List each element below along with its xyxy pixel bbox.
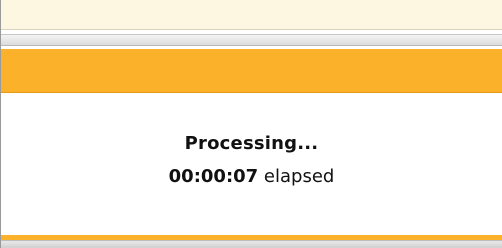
bottom-scrollbar[interactable]	[1, 240, 502, 248]
dialog-titlebar	[1, 49, 502, 93]
status-title: Processing...	[184, 133, 319, 154]
top-banner	[1, 0, 502, 30]
elapsed-time: 00:00:07	[168, 166, 259, 187]
elapsed-suffix: elapsed	[258, 166, 335, 187]
progress-dialog: Processing... 00:00:07 elapsed	[1, 49, 502, 235]
dialog-body: Processing... 00:00:07 elapsed	[1, 93, 502, 235]
elapsed-line: 00:00:07 elapsed	[1, 166, 502, 187]
window-frame: Processing... 00:00:07 elapsed	[0, 0, 502, 248]
horizontal-scrollbar[interactable]	[1, 34, 502, 46]
